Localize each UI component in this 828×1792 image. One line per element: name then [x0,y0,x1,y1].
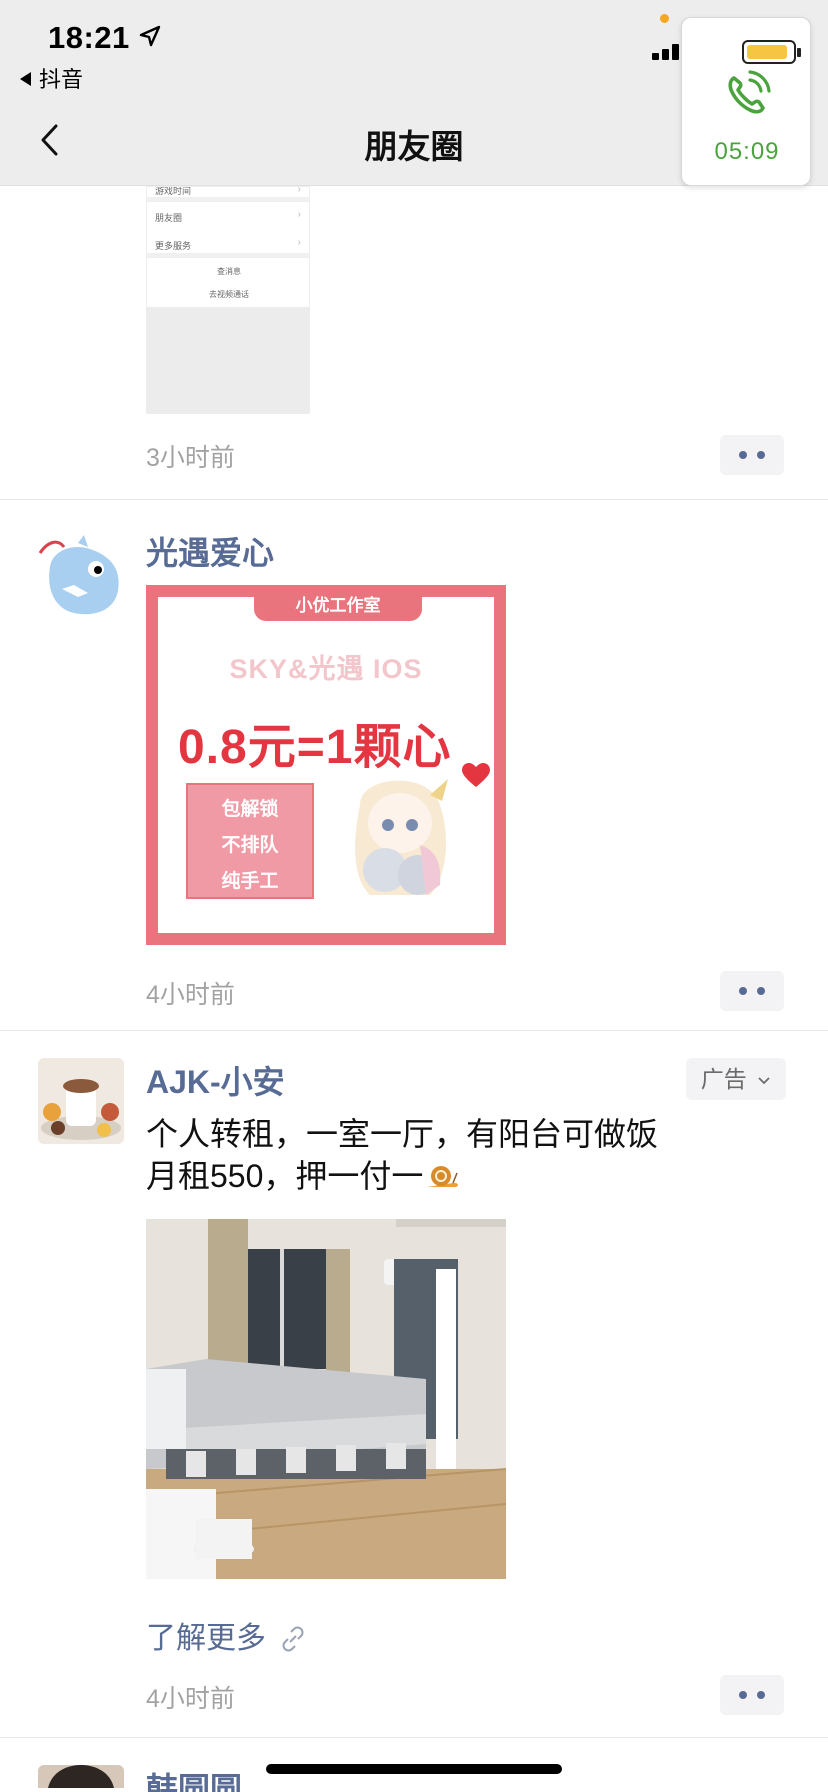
moment-post: 韩圆圆 [0,1738,828,1792]
post-time: 3小时前 [146,444,235,472]
promo-feature: 纯手工 [221,871,279,892]
post-image-promo[interactable]: 小优工作室 SKY&光遇 IOS 0.8元=1颗心 包解锁 不排队 纯手工 [146,585,506,945]
phone-call-icon [728,70,771,114]
back-app-label: 抖音 [39,67,84,92]
monster-avatar-icon [38,533,124,619]
avatar[interactable] [38,1765,124,1788]
promo-feature-box: 包解锁 不排队 纯手工 [186,783,314,899]
learn-more-link[interactable]: 了解更多 [146,1613,306,1657]
back-to-app-button[interactable]: 抖音 [20,62,83,94]
post-text: 个人转租，一室一厅，有阳台可做饭 月租550，押一付一 [146,1113,766,1197]
chevron-down-icon [758,1077,770,1085]
location-arrow-icon [139,25,161,47]
snail-emoji-icon [427,1166,459,1187]
recording-indicator-dot [660,14,669,23]
chibi-character-illustration [355,779,448,895]
moment-post: AJK-小安 广告 个人转租，一室一厅，有阳台可做饭 月租550，押一付一 了解… [0,1031,828,1738]
poster-name[interactable]: AJK-小安 [146,1057,285,1103]
post-image-room[interactable] [146,1219,506,1579]
thumb-chevron-icon: › [297,186,301,195]
back-triangle-icon [20,72,31,86]
ad-badge-dropdown[interactable]: 广告 [686,1058,786,1100]
promo-studio-tab: 小优工作室 [254,591,422,621]
post-image-screenshot[interactable]: 游戏时间 › 朋友圈 › 更多服务 › 查消息 去视频通话 [146,186,310,414]
promo-feature: 不排队 [221,835,279,856]
home-indicator[interactable] [266,1764,562,1774]
post-text-line: 个人转租，一室一厅，有阳台可做饭 [146,1116,659,1152]
promo-headline: SKY&光遇 IOS [229,654,423,684]
moment-post: 光遇爱心 小优工作室 SKY&光遇 IOS 0.8元=1颗心 包解锁 不排队 纯… [0,500,828,1031]
thumb-chevron-icon: › [297,209,301,220]
poster-name[interactable]: 韩圆圆 [146,1764,242,1792]
bedroom-photo [146,1219,506,1579]
food-avatar-icon [38,1058,124,1144]
status-time: 18:21 [48,20,130,55]
moments-feed: 游戏时间 › 朋友圈 › 更多服务 › 查消息 去视频通话 3小时前 光遇爱心 … [0,186,828,1792]
avatar[interactable] [38,533,124,619]
thumb-row: 朋友圈 [155,213,183,223]
moment-post: 游戏时间 › 朋友圈 › 更多服务 › 查消息 去视频通话 3小时前 [0,186,828,500]
person-avatar-icon [38,1765,124,1788]
call-duration: 05:09 [714,138,780,165]
voice-call-floating-widget[interactable]: 05:09 [681,17,811,186]
more-actions-button[interactable] [720,435,784,475]
thumb-chevron-icon: › [297,237,301,248]
promo-feature: 包解锁 [221,799,279,820]
more-actions-button[interactable] [720,971,784,1011]
thumb-row: 游戏时间 [155,186,192,196]
link-icon [282,1626,304,1652]
post-text-line: 月租550，押一付一 [146,1155,766,1197]
post-time: 4小时前 [146,1685,235,1713]
avatar[interactable] [38,1058,124,1144]
ad-badge-label: 广告 [700,1066,747,1092]
more-actions-button[interactable] [720,1675,784,1715]
thumb-row: 更多服务 [155,241,192,251]
thumb-link: 查消息 [217,267,241,276]
battery-icon [742,40,801,64]
thumb-video: 去视频通话 [209,290,249,299]
post-time: 4小时前 [146,981,235,1009]
poster-name[interactable]: 光遇爱心 [146,528,274,574]
learn-more-label: 了解更多 [146,1622,266,1655]
